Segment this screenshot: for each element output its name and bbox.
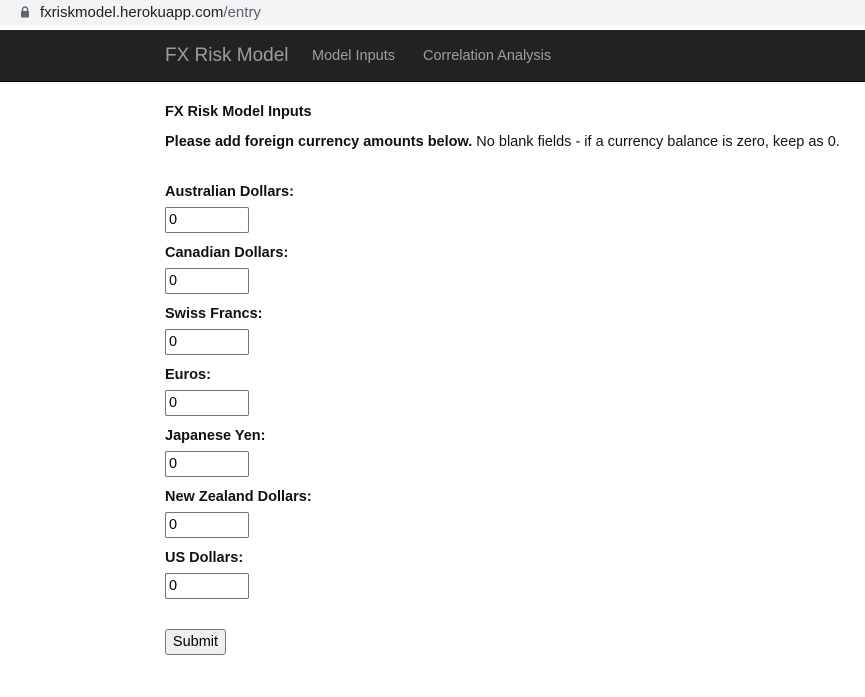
url-text[interactable]: fxriskmodel.herokuapp.com/entry — [40, 3, 261, 22]
instructions-rest: No blank fields - if a currency balance … — [472, 134, 840, 150]
input-us-dollars[interactable] — [165, 573, 249, 599]
url-host: fxriskmodel.herokuapp.com — [40, 4, 224, 21]
address-bar[interactable]: fxriskmodel.herokuapp.com/entry — [0, 0, 865, 25]
input-swiss-francs[interactable] — [165, 329, 249, 355]
input-canadian-dollars[interactable] — [165, 268, 249, 294]
page-title: FX Risk Model Inputs — [165, 104, 312, 120]
label-us-dollars: US Dollars: — [165, 550, 244, 566]
top-navbar: FX Risk Model Model Inputs Correlation A… — [0, 30, 865, 82]
lock-icon — [21, 6, 29, 18]
nav-correlation-analysis[interactable]: Correlation Analysis — [423, 47, 551, 65]
label-japanese-yen: Japanese Yen: — [165, 428, 266, 444]
nav-model-inputs[interactable]: Model Inputs — [312, 47, 395, 65]
url-path: /entry — [223, 4, 261, 21]
input-new-zealand-dollars[interactable] — [165, 512, 249, 538]
instructions-text: Please add foreign currency amounts belo… — [165, 133, 840, 151]
submit-button[interactable]: Submit — [165, 629, 226, 655]
instructions-bold: Please add foreign currency amounts belo… — [165, 134, 473, 150]
input-australian-dollars[interactable] — [165, 207, 249, 233]
label-australian-dollars: Australian Dollars: — [165, 184, 294, 200]
input-japanese-yen[interactable] — [165, 451, 249, 477]
brand-link[interactable]: FX Risk Model — [165, 44, 289, 68]
label-euros: Euros: — [165, 367, 211, 383]
label-canadian-dollars: Canadian Dollars: — [165, 245, 289, 261]
label-swiss-francs: Swiss Francs: — [165, 306, 263, 322]
label-new-zealand-dollars: New Zealand Dollars: — [165, 489, 312, 505]
input-euros[interactable] — [165, 390, 249, 416]
